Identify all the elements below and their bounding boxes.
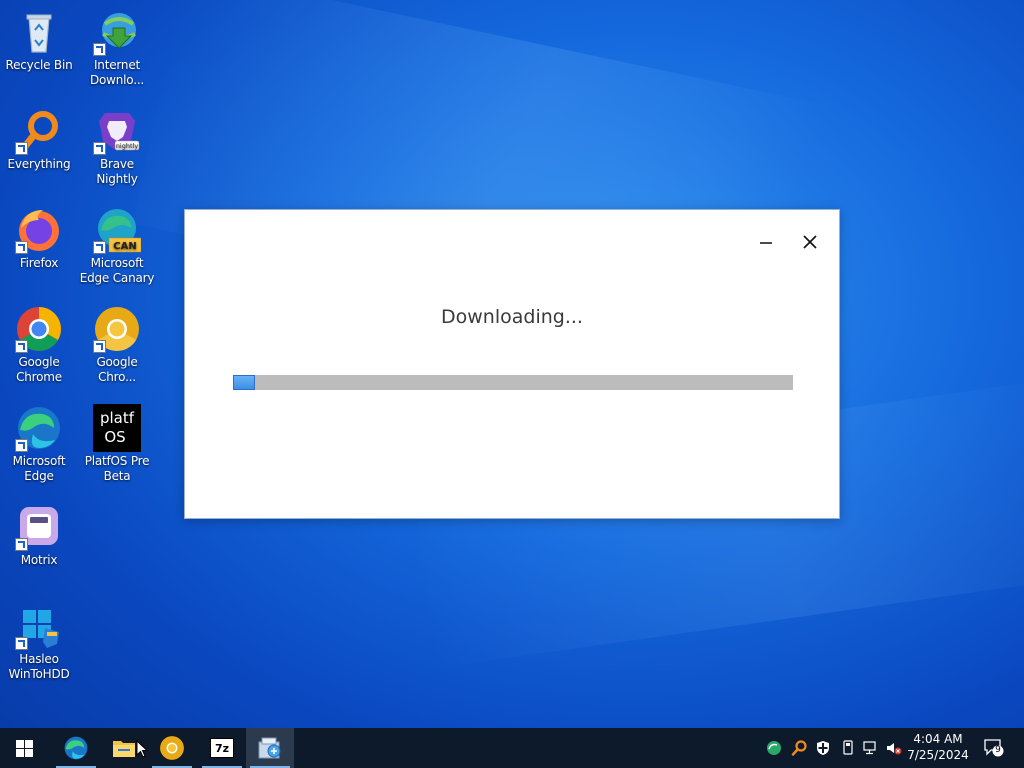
desktop-icon-label: Hasleo WinToHDD	[8, 652, 70, 681]
download-progress-fill	[233, 375, 256, 390]
motrix-icon	[15, 503, 63, 551]
internet-download-manager-icon	[93, 8, 141, 56]
brave-nightly-icon: nightly	[93, 107, 141, 155]
desktop-icon-label: Microsoft Edge	[12, 454, 66, 483]
taskbar-file-explorer[interactable]	[100, 728, 148, 768]
shortcut-arrow-icon	[93, 43, 106, 56]
firefox-icon	[15, 206, 63, 254]
shortcut-arrow-icon	[93, 241, 106, 254]
taskbar-installer-active[interactable]	[246, 728, 294, 768]
desktop-icon-label: PlatfOS Pre Beta	[84, 454, 150, 483]
desktop-icon-label: Google Chro...	[96, 355, 138, 384]
desktop-icon-label: Recycle Bin	[5, 58, 73, 72]
7zip-label: 7z	[214, 741, 230, 755]
download-progress-bar	[233, 375, 793, 390]
edge-icon	[15, 404, 63, 452]
clock-date: 7/25/2024	[907, 748, 969, 762]
chrome-canary-icon	[160, 736, 184, 760]
desktop-icon-microsoft-edge[interactable]: Microsoft Edge	[0, 404, 78, 484]
security-shield-tray-icon[interactable]	[815, 740, 831, 756]
taskbar: 7z 4:04 AM 7/25/2024 9	[0, 728, 1024, 768]
7zip-icon: 7z	[210, 738, 234, 758]
action-center-button[interactable]: 9	[984, 739, 1004, 757]
desktop-icon-hasleo-wintohdd[interactable]: Hasleo WinToHDD	[0, 602, 78, 682]
desktop-icon-label: Internet Downlo...	[89, 58, 145, 87]
edge-update-tray-icon[interactable]	[766, 740, 782, 756]
close-button[interactable]	[795, 227, 825, 257]
usb-device-tray-icon[interactable]	[840, 740, 856, 756]
shortcut-arrow-icon	[15, 142, 28, 155]
download-dialog: Downloading...	[184, 209, 840, 519]
clock-time: 4:04 AM	[913, 732, 963, 746]
taskbar-edge[interactable]	[52, 728, 100, 768]
notification-count-badge: 9	[995, 745, 1001, 755]
mouse-cursor-icon	[136, 740, 148, 758]
brave-nightly-badge: nightly	[116, 142, 139, 150]
everything-tray-icon[interactable]	[791, 740, 807, 756]
close-icon	[803, 235, 817, 249]
shortcut-arrow-icon	[93, 142, 106, 155]
desktop-icon-internet-download-manager[interactable]: Internet Downlo...	[78, 8, 156, 88]
desktop-icon-recycle-bin[interactable]: Recycle Bin	[0, 8, 78, 73]
windows-start-icon	[15, 739, 33, 757]
shortcut-arrow-icon	[15, 241, 28, 254]
download-status-text: Downloading...	[441, 306, 583, 328]
recycle-bin-icon	[15, 8, 63, 56]
shortcut-arrow-icon	[15, 340, 28, 353]
desktop-icon-label: Google Chrome	[16, 355, 62, 384]
platfos-logo-icon: platf OS	[93, 404, 141, 452]
chrome-canary-icon	[93, 305, 141, 353]
desktop-icon-google-chrome[interactable]: Google Chrome	[0, 305, 78, 385]
taskbar-clock[interactable]: 4:04 AM 7/25/2024	[900, 731, 976, 763]
desktop-icon-label: Everything	[7, 157, 71, 171]
desktop-icon-platfos[interactable]: platf OS PlatfOS Pre Beta	[78, 404, 156, 484]
everything-search-icon	[15, 107, 63, 155]
desktop-icon-label: Microsoft Edge Canary	[79, 256, 155, 285]
desktop-icon-label: Brave Nightly	[96, 157, 138, 186]
desktop-icon-google-chrome-canary[interactable]: Google Chro...	[78, 305, 156, 385]
shortcut-arrow-icon	[15, 538, 28, 551]
edge-icon	[64, 736, 88, 760]
minimize-icon	[760, 242, 772, 244]
taskbar-7zip[interactable]: 7z	[198, 728, 246, 768]
desktop-icon-brave-nightly[interactable]: nightly Brave Nightly	[78, 107, 156, 187]
start-button[interactable]	[0, 728, 48, 768]
shortcut-arrow-icon	[15, 439, 28, 452]
edge-canary-badge: CAN	[113, 241, 136, 252]
installer-icon	[258, 737, 281, 759]
desktop-icon-everything[interactable]: Everything	[0, 107, 78, 172]
desktop-icon-firefox[interactable]: Firefox	[0, 206, 78, 271]
desktop-icon-label: Firefox	[19, 256, 59, 270]
desktop-icon-label: Motrix	[20, 553, 58, 567]
shortcut-arrow-icon	[15, 637, 28, 650]
edge-canary-icon: CAN	[93, 206, 142, 254]
hasleo-wintohdd-icon	[15, 602, 63, 650]
file-explorer-icon	[113, 741, 135, 757]
desktop-icon-motrix[interactable]: Motrix	[0, 503, 78, 568]
chrome-icon	[15, 305, 63, 353]
platfos-logo-line2: OS	[104, 428, 125, 446]
shortcut-arrow-icon	[93, 340, 106, 353]
network-tray-icon[interactable]	[863, 740, 879, 756]
minimize-button[interactable]	[751, 227, 781, 257]
desktop-icon-edge-canary[interactable]: CAN Microsoft Edge Canary	[78, 206, 156, 286]
platfos-logo-line1: platf	[100, 409, 135, 427]
taskbar-chrome-canary[interactable]	[148, 728, 196, 768]
